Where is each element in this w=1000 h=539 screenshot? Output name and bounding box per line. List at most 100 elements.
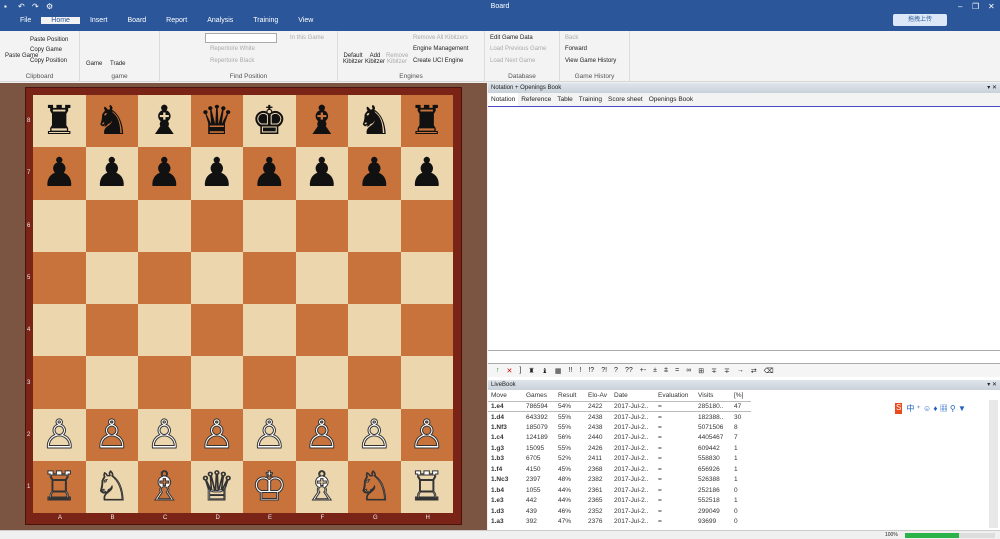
square-e3[interactable]	[243, 356, 296, 409]
white-piece[interactable]: ♙	[303, 414, 340, 455]
tab-table[interactable]: Table	[554, 93, 576, 106]
black-piece[interactable]: ♛	[199, 101, 235, 141]
square-h8[interactable]: ♜	[400, 95, 453, 148]
square-f1[interactable]: ♗	[295, 460, 348, 513]
square-a4[interactable]	[33, 304, 86, 357]
square-h5[interactable]	[400, 251, 453, 304]
load-next-game-button[interactable]: Load Next Game	[490, 58, 535, 64]
back-button[interactable]: Back	[565, 35, 578, 41]
minimize-icon[interactable]: –	[958, 2, 962, 11]
square-g2[interactable]: ♙	[348, 408, 401, 461]
panel-close-icon[interactable]: ▾ ✕	[987, 83, 997, 93]
white-piece[interactable]: ♙	[41, 414, 78, 455]
table-row[interactable]: 1.b4 1055 44% 2361 2017-Jul-2.. = 252186 0	[488, 485, 751, 496]
black-piece[interactable]: ♟	[304, 153, 340, 193]
square-b3[interactable]	[85, 356, 138, 409]
repertoire-white-button[interactable]: Repertoire White	[210, 46, 255, 52]
square-c3[interactable]	[138, 356, 191, 409]
square-h7[interactable]: ♟	[400, 147, 453, 200]
menu-tab-board[interactable]: Board	[117, 17, 156, 24]
annotation-button[interactable]: ⊞	[698, 367, 704, 375]
annotation-button[interactable]: !	[579, 367, 581, 374]
black-piece[interactable]: ♟	[251, 153, 287, 193]
square-g8[interactable]: ♞	[348, 95, 401, 148]
annotation-button[interactable]: !?	[588, 367, 594, 374]
game-button[interactable]: Game	[86, 61, 102, 67]
black-piece[interactable]: ♞	[94, 101, 130, 141]
sogou-icon[interactable]: S	[895, 403, 903, 414]
square-c1[interactable]: ♗	[138, 460, 191, 513]
black-piece[interactable]: ♞	[356, 101, 392, 141]
remove-kibitzer-button[interactable]: Remove Kibitzer	[386, 53, 408, 65]
column-header[interactable]: Move	[488, 390, 523, 401]
square-g1[interactable]: ♘	[348, 460, 401, 513]
white-piece[interactable]: ♙	[251, 414, 288, 455]
annotation-button[interactable]: =	[675, 367, 679, 374]
white-piece[interactable]: ♖	[41, 466, 78, 507]
white-piece[interactable]: ♘	[356, 466, 393, 507]
square-g7[interactable]: ♟	[348, 147, 401, 200]
menu-tab-report[interactable]: Report	[156, 17, 197, 24]
menu-tab-home[interactable]: Home	[41, 17, 80, 24]
square-c7[interactable]: ♟	[138, 147, 191, 200]
add-kibitzer-button[interactable]: Add Kibitzer	[365, 53, 385, 65]
annotation-button[interactable]: ♝	[542, 367, 548, 375]
panel-close-icon[interactable]: ▾ ✕	[987, 380, 997, 390]
restore-icon[interactable]: ❐	[972, 2, 979, 11]
annotation-button[interactable]: ↑	[496, 367, 500, 374]
engine-management-button[interactable]: Engine Management	[413, 46, 468, 52]
black-piece[interactable]: ♟	[356, 153, 392, 193]
black-piece[interactable]: ♜	[409, 101, 445, 141]
annotation-button[interactable]: ▦	[555, 367, 562, 375]
upload-button[interactable]: 拖拽上传	[893, 14, 947, 26]
annotation-button[interactable]: !!	[569, 367, 573, 374]
square-f3[interactable]	[295, 356, 348, 409]
remove-all-kibitzers-button[interactable]: Remove All Kibitzers	[413, 35, 468, 41]
table-row[interactable]: 1.f4 4150 45% 2368 2017-Jul-2.. = 656926 1	[488, 464, 751, 475]
tab-openings-book[interactable]: Openings Book	[646, 93, 696, 106]
black-piece[interactable]: ♝	[146, 101, 182, 141]
square-e5[interactable]	[243, 251, 296, 304]
square-c8[interactable]: ♝	[138, 95, 191, 148]
vertical-scrollbar[interactable]	[989, 400, 998, 528]
square-c5[interactable]	[138, 251, 191, 304]
black-piece[interactable]: ♟	[146, 153, 182, 193]
table-row[interactable]: 1.d4 643392 55% 2438 2017-Jul-2.. = 182388.. 30	[488, 412, 751, 423]
annotation-button[interactable]: ??	[625, 367, 633, 374]
repertoire-black-button[interactable]: Repertoire Black	[210, 58, 254, 64]
black-piece[interactable]: ♚	[251, 101, 287, 141]
square-h4[interactable]	[400, 304, 453, 357]
annotation-button[interactable]: +-	[640, 367, 646, 374]
square-e4[interactable]	[243, 304, 296, 357]
square-b2[interactable]: ♙	[85, 408, 138, 461]
square-f6[interactable]	[295, 199, 348, 252]
white-piece[interactable]: ♔	[251, 466, 288, 507]
black-piece[interactable]: ♟	[199, 153, 235, 193]
square-a1[interactable]: ♖	[33, 460, 86, 513]
table-row[interactable]: 1.e3 442 44% 2365 2017-Jul-2.. = 552518 1	[488, 496, 751, 507]
menu-tab-insert[interactable]: Insert	[80, 17, 118, 24]
white-piece[interactable]: ♙	[408, 414, 445, 455]
square-d8[interactable]: ♛	[190, 95, 243, 148]
square-e2[interactable]: ♙	[243, 408, 296, 461]
black-piece[interactable]: ♟	[41, 153, 77, 193]
square-h6[interactable]	[400, 199, 453, 252]
square-e1[interactable]: ♔	[243, 460, 296, 513]
tab-score-sheet[interactable]: Score sheet	[605, 93, 646, 106]
menu-tab-analysis[interactable]: Analysis	[197, 17, 243, 24]
square-f7[interactable]: ♟	[295, 147, 348, 200]
column-header[interactable]: [%]	[731, 390, 751, 401]
ime-icons[interactable]: 中 ⁺ ☺ ♦ ▦ ⚲ ▼	[906, 403, 966, 414]
white-piece[interactable]: ♘	[93, 466, 130, 507]
table-row[interactable]: 1.g3 15095 55% 2426 2017-Jul-2.. = 609442 1	[488, 443, 751, 454]
white-piece[interactable]: ♙	[93, 414, 130, 455]
square-d5[interactable]	[190, 251, 243, 304]
table-row[interactable]: 1.d3 439 46% 2352 2017-Jul-2.. = 299049 0	[488, 506, 751, 517]
copy-game-button[interactable]: Copy Game	[30, 47, 62, 53]
forward-button[interactable]: Forward	[565, 46, 587, 52]
tab-notation[interactable]: Notation	[488, 93, 519, 106]
square-e8[interactable]: ♚	[243, 95, 296, 148]
square-f4[interactable]	[295, 304, 348, 357]
white-piece[interactable]: ♗	[303, 466, 340, 507]
square-d2[interactable]: ♙	[190, 408, 243, 461]
